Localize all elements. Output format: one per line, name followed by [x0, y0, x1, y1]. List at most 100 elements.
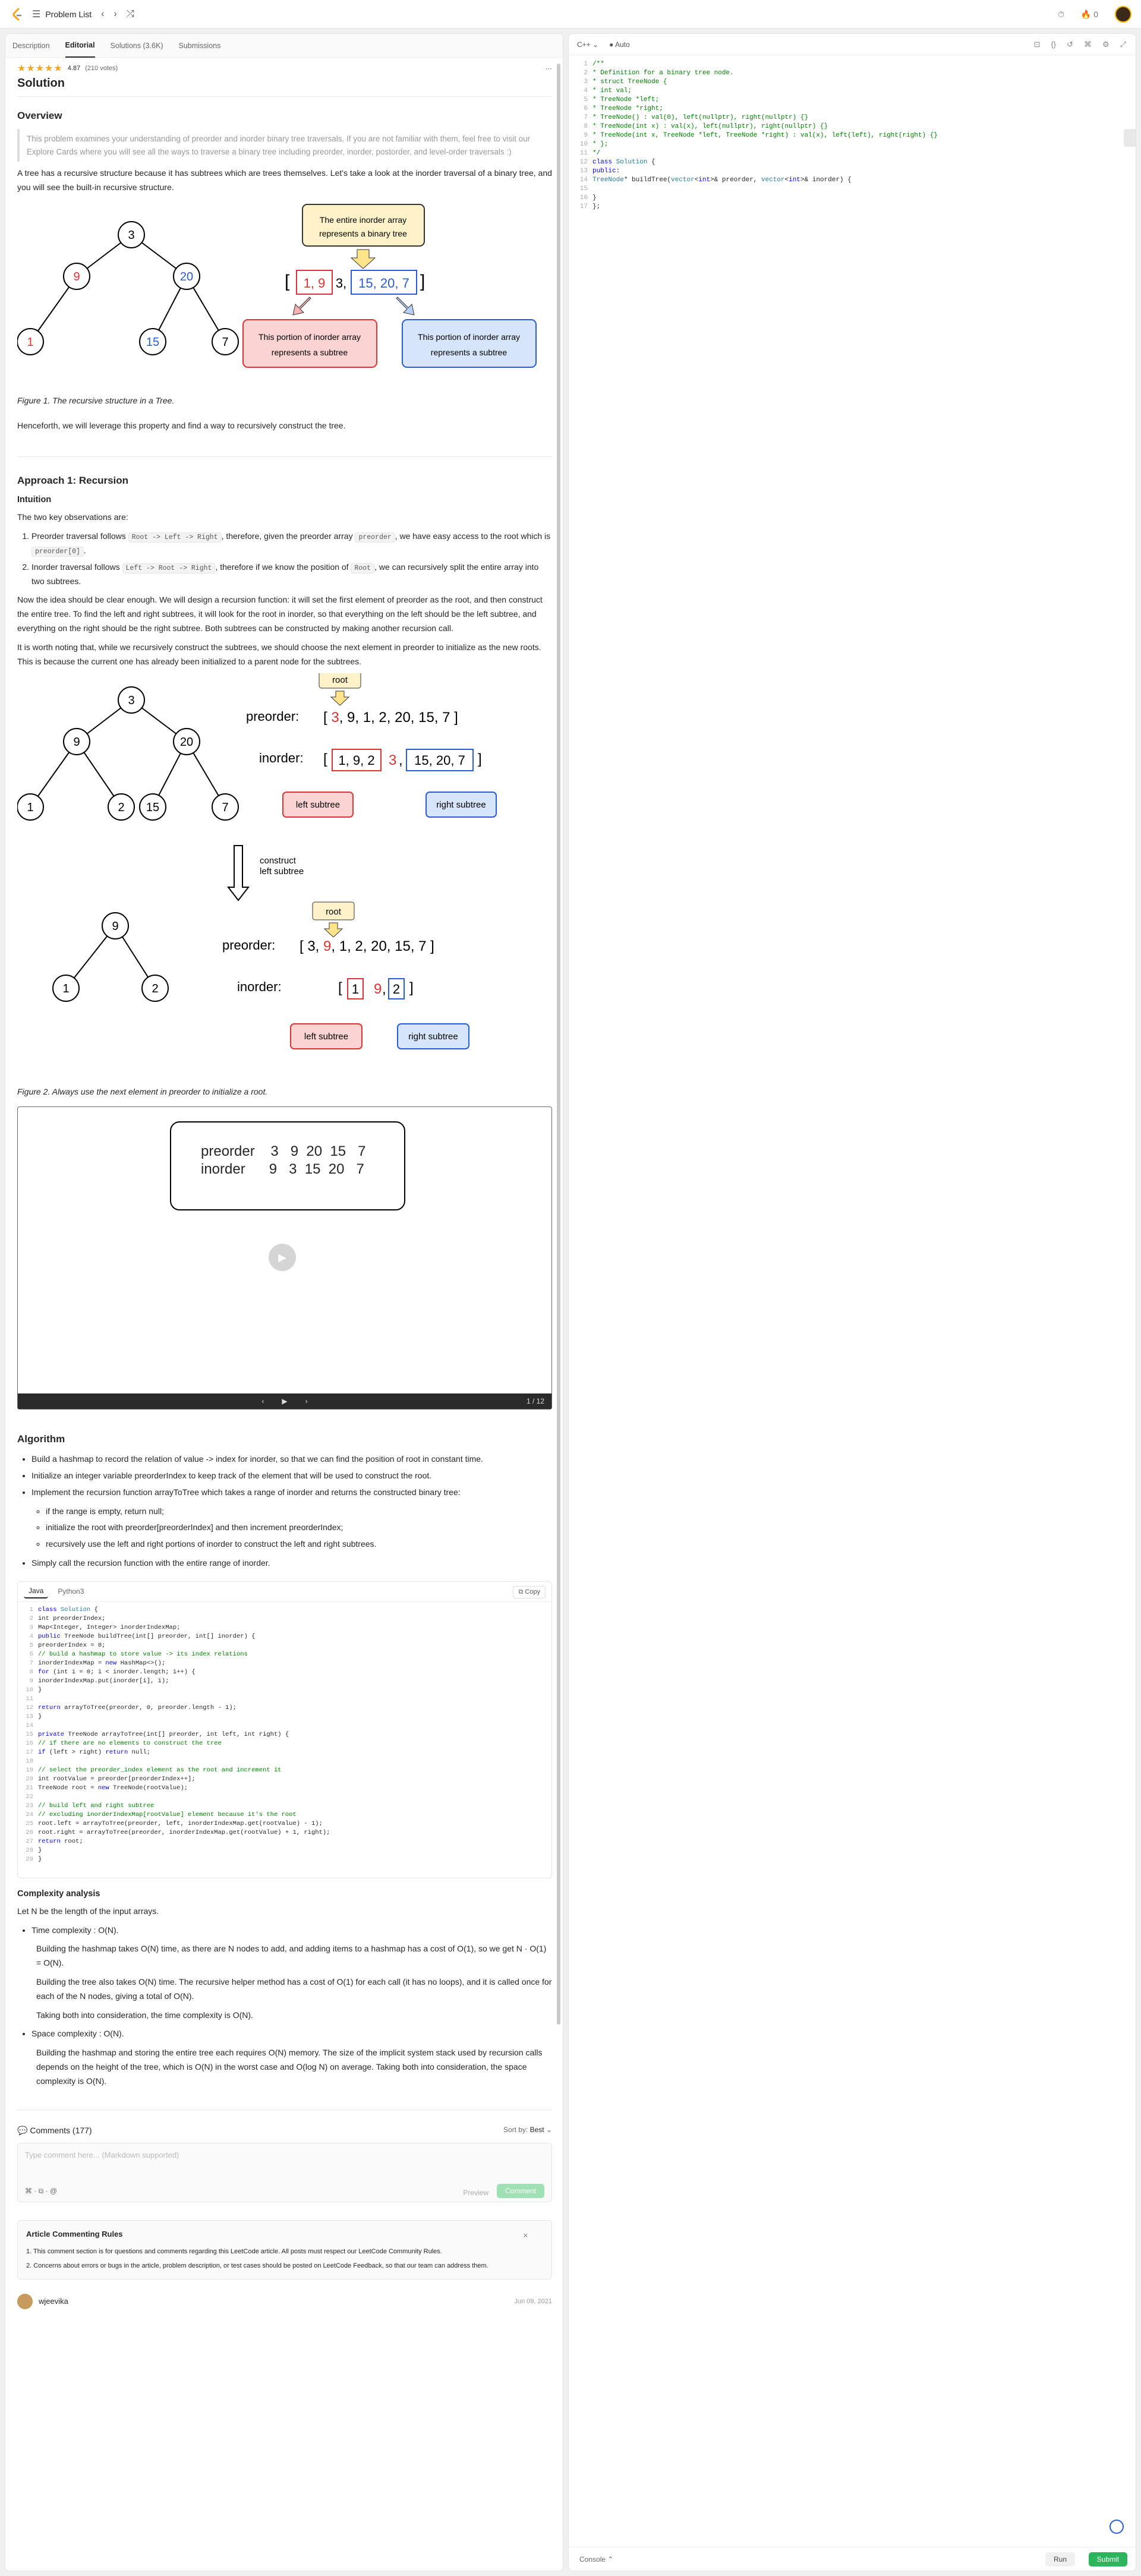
fullscreen-icon[interactable]: ⤢ — [1120, 40, 1126, 49]
comment-input[interactable]: Type comment here... (Markdown supported… — [18, 2143, 551, 2167]
svg-text:root: root — [326, 907, 342, 917]
svg-text:20: 20 — [180, 270, 193, 283]
svg-text:15: 15 — [146, 801, 159, 814]
more-icon[interactable]: ⋯ — [546, 65, 552, 72]
console-toggle[interactable]: Console ⌃ — [579, 2555, 613, 2564]
complexity-list: Time complexity : O(N). — [31, 1924, 552, 1938]
tab-submissions[interactable]: Submissions — [178, 34, 220, 57]
svg-text:]: ] — [478, 751, 482, 767]
svg-text:inorder:: inorder: — [237, 979, 282, 994]
scrollbar[interactable] — [557, 64, 560, 2025]
slide-play-icon[interactable]: ▶ — [282, 1397, 287, 1405]
auto-mode[interactable]: ● Auto — [609, 40, 630, 49]
slide-prev-icon[interactable]: ‹ — [261, 1397, 264, 1405]
panel-tabs: Description Editorial Solutions (3.6K) S… — [5, 34, 563, 58]
svg-text:9: 9 — [73, 736, 80, 749]
side-panel-tab[interactable] — [1124, 129, 1136, 147]
svg-text:7: 7 — [222, 336, 228, 349]
bookmark-icon[interactable]: ⊡ — [1033, 40, 1040, 49]
run-button[interactable]: Run — [1045, 2552, 1075, 2566]
reset-icon[interactable]: ↺ — [1067, 40, 1073, 49]
svg-text:left subtree: left subtree — [260, 866, 304, 876]
streak-icon[interactable]: 🔥 0 — [1081, 10, 1098, 20]
svg-text:3: 3 — [389, 752, 396, 768]
svg-text:[: [ — [285, 272, 290, 291]
slide-row-1: preorder 3 9 20 15 7 — [201, 1143, 366, 1160]
copy-button[interactable]: ⧉ Copy — [513, 1585, 546, 1598]
algo-sub-2: initialize the root with preorder[preord… — [46, 1521, 552, 1535]
feedback-icon[interactable] — [1110, 2520, 1124, 2534]
tab-solutions[interactable]: Solutions (3.6K) — [111, 34, 163, 57]
overview-p1: A tree has a recursive structure because… — [17, 168, 552, 192]
algo-item-2: Initialize an integer variable preorderI… — [31, 1469, 552, 1483]
svg-text:preorder:: preorder: — [222, 938, 275, 953]
observations-list: Preorder traversal follows Root -> Left … — [31, 529, 552, 588]
svg-text:construct: construct — [260, 856, 297, 866]
language-select[interactable]: C++ ⌄ — [577, 40, 598, 49]
play-icon[interactable]: ▶ — [269, 1244, 296, 1272]
settings-icon[interactable]: ⚙ — [1102, 40, 1110, 49]
svg-text:right subtree: right subtree — [436, 800, 486, 810]
next-icon[interactable]: › — [114, 9, 116, 20]
fig1-arr-mid: 3, — [336, 276, 346, 291]
svg-text:left subtree: left subtree — [304, 1032, 348, 1042]
comment-box[interactable]: Type comment here... (Markdown supported… — [17, 2143, 552, 2203]
code-tab-java[interactable]: Java — [24, 1584, 49, 1599]
svg-text:,: , — [399, 752, 403, 768]
problem-list-link[interactable]: Problem List — [45, 10, 92, 19]
svg-text:represents a subtree: represents a subtree — [431, 348, 508, 357]
intuition-p5: It is worth noting that, while we recurs… — [17, 642, 541, 666]
list-icon[interactable]: ☰ — [32, 8, 40, 20]
prev-icon[interactable]: ‹ — [101, 9, 104, 20]
preview-button[interactable]: Preview — [463, 2189, 488, 2197]
java-code[interactable]: 1 class Solution { 2 int preorderIndex; 3… — [18, 1602, 551, 1868]
complexity-p3: Building the hashmap takes O(N) time, as… — [36, 1944, 547, 1968]
comment-button[interactable]: Comment — [496, 2184, 544, 2199]
figure-1-caption: Figure 1. The recursive structure in a T… — [17, 395, 175, 405]
commenter-name[interactable]: wjeevika — [39, 2297, 68, 2306]
rating-score: 4.87 — [67, 65, 81, 72]
sort-select[interactable]: Best — [530, 2126, 544, 2134]
close-icon[interactable]: ✕ — [523, 2231, 528, 2242]
braces-icon[interactable]: {} — [1051, 40, 1056, 49]
svg-text:[: [ — [338, 980, 342, 996]
tab-description[interactable]: Description — [12, 34, 50, 57]
leetcode-logo[interactable] — [12, 7, 23, 21]
figure-1: 39 20 1 15 7 The entire inorder array repre… — [17, 203, 537, 368]
svg-text:This portion of inorder array: This portion of inorder array — [418, 332, 520, 342]
fig1-arr-left: 1, 9 — [304, 276, 326, 291]
svg-text:15, 20, 7: 15, 20, 7 — [414, 753, 465, 768]
submit-button[interactable]: Submit — [1088, 2552, 1127, 2566]
shortcuts-icon[interactable]: ⌘ — [1084, 40, 1092, 49]
comments-header: 💬 Comments (177) Sort by: Best ⌄ — [17, 2126, 552, 2136]
svg-text:represents a subtree: represents a subtree — [272, 348, 348, 357]
svg-text:2: 2 — [152, 982, 158, 995]
format-icons[interactable]: ⌘ · ⧉ · @ — [25, 2187, 57, 2196]
timer-icon[interactable]: ⏱ — [1058, 10, 1064, 20]
fig1-callout: The entire inorder array — [320, 215, 406, 225]
svg-text:This portion of inorder array: This portion of inorder array — [259, 332, 361, 342]
editor-toolbar: C++ ⌄ ● Auto ⊡ {} ↺ ⌘ ⚙ ⤢ — [569, 34, 1136, 55]
complexity-intro: Let N be the length of the input arrays. — [17, 1906, 159, 1916]
svg-text:2: 2 — [118, 801, 124, 814]
code-tab-python[interactable]: Python3 — [53, 1585, 89, 1598]
editor-code[interactable]: 1/** 2 * Definition for a binary tree no… — [569, 55, 1136, 212]
slide-card: preorder 3 9 20 15 7 inorder 9 3 15 20 7 — [170, 1121, 405, 1211]
commenting-rules: Article Commenting Rules ✕ 1. This comme… — [17, 2220, 552, 2279]
svg-text:preorder:: preorder: — [246, 709, 299, 724]
svg-text:15: 15 — [146, 336, 159, 349]
slide-next-icon[interactable]: › — [305, 1397, 308, 1405]
solution-code-block: Java Python3 ⧉ Copy 1 class Solution { 2 … — [17, 1581, 552, 1878]
rating-stars[interactable]: ★★★★★ — [17, 62, 63, 74]
commenter-avatar[interactable] — [17, 2293, 33, 2309]
algo-item-3: Implement the recursion function arrayTo… — [31, 1486, 552, 1552]
tab-editorial[interactable]: Editorial — [65, 34, 95, 58]
time-complexity: Time complexity : O(N). — [31, 1924, 552, 1938]
intuition-p3: The two key observations are: — [17, 512, 128, 522]
svg-text:1: 1 — [27, 801, 33, 814]
svg-text:9: 9 — [374, 981, 382, 997]
rules-title: Article Commenting Rules — [26, 2230, 123, 2239]
shuffle-icon[interactable]: ⤮ — [127, 9, 134, 20]
slideshow[interactable]: preorder 3 9 20 15 7 inorder 9 3 15 20 7… — [17, 1106, 552, 1410]
avatar[interactable] — [1115, 6, 1131, 23]
